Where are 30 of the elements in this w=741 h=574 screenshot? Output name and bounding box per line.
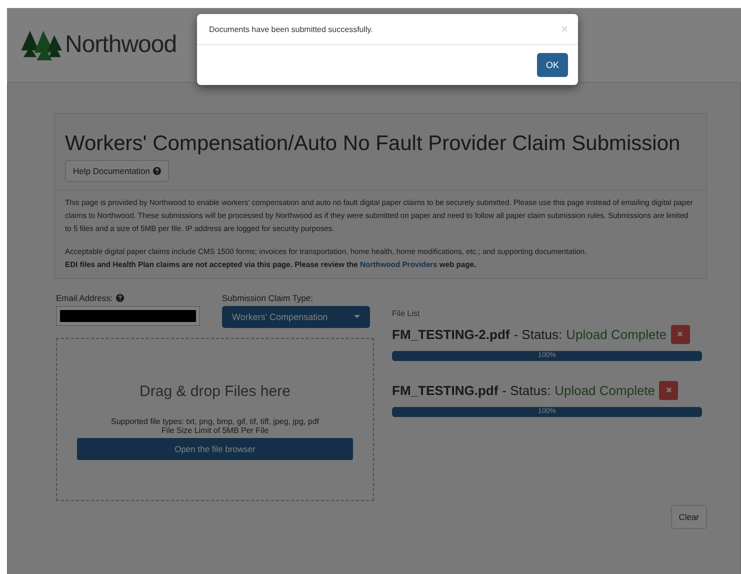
close-icon xyxy=(666,387,672,394)
page-title: Workers' Compensation/Auto No Fault Provider Claim Submission xyxy=(65,132,682,156)
ok-button[interactable]: OK xyxy=(536,53,568,77)
email-field[interactable] xyxy=(56,306,200,326)
question-icon xyxy=(116,294,124,302)
size-limit-text: File Size Limit of 5MB Per File xyxy=(161,426,269,435)
file-browser-button[interactable]: Open the file browser xyxy=(77,438,353,460)
email-label: Email Address: xyxy=(56,292,113,303)
file-types-text: Supported file types: txt, png, bmp, gif, tif, tiff, jpeg, jpg, pdf xyxy=(111,416,319,426)
status-text: Upload Complete xyxy=(554,382,656,398)
status-label: - Status: xyxy=(502,382,551,398)
status-label: - Status: xyxy=(514,326,562,342)
caret-icon xyxy=(354,315,360,318)
logo-text: Northwood xyxy=(65,31,177,59)
dropzone-title: Drag & drop Files here xyxy=(140,382,290,400)
remove-file-button[interactable] xyxy=(670,324,690,344)
dropzone[interactable]: Drag & drop Files here Supported file types: txt, png, bmp, gif, tif, tiff, jpeg, jpg, pdf File Size Limit of 5MB Per File Open the file browser xyxy=(56,338,374,501)
file-name: FM_TESTING.pdf xyxy=(392,382,498,398)
clear-button[interactable]: Clear xyxy=(670,504,707,529)
success-message: Documents have been submitted successfully. xyxy=(209,24,373,34)
status-text: Upload Complete xyxy=(566,326,667,342)
file-list-label: File List xyxy=(392,308,420,318)
pine-trees-icon xyxy=(19,28,63,62)
claim-type-label: Submission Claim Type: xyxy=(222,292,314,303)
question-icon xyxy=(153,167,162,175)
close-icon xyxy=(677,331,684,338)
file-name: FM_TESTING-2.pdf xyxy=(392,326,510,342)
remove-file-button[interactable] xyxy=(659,380,678,400)
help-documentation-button[interactable]: Help Documentation xyxy=(65,160,170,182)
claim-type-dropdown[interactable]: Workers' Compensation xyxy=(222,306,370,328)
